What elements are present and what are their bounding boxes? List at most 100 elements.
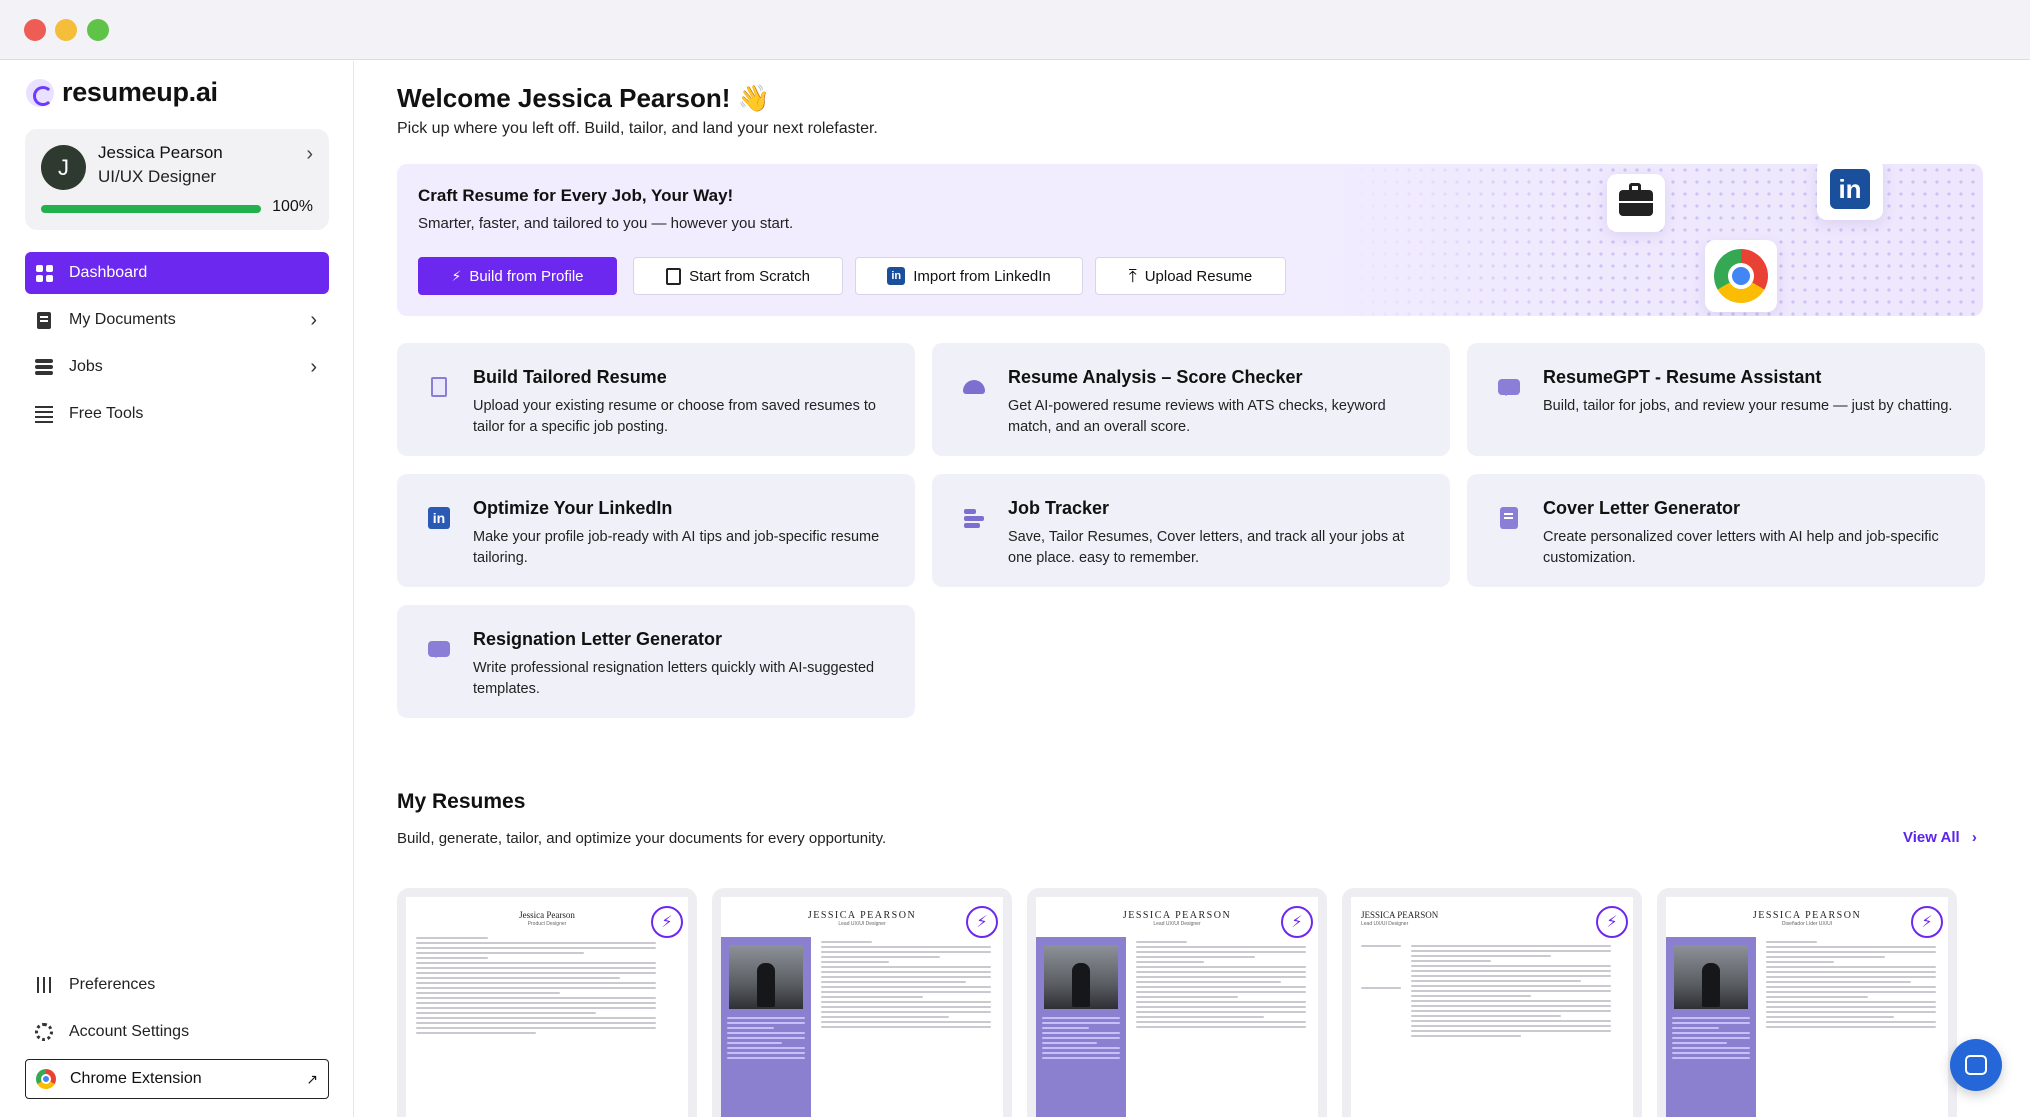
- ai-lightning-badge-icon[interactable]: ⚡: [1911, 906, 1943, 938]
- resume-text-lines: [1766, 941, 1936, 1031]
- resume-name: Jessica Pearson: [519, 910, 575, 920]
- chrome-icon: [36, 1069, 56, 1089]
- brand-logo[interactable]: resumeup.ai: [26, 77, 218, 108]
- resume-text-lines: [821, 941, 991, 1031]
- profile-progress-fill: [41, 205, 261, 213]
- chrome-card: [1705, 240, 1777, 312]
- tool-optimize-linkedin[interactable]: in Optimize Your LinkedIn Make your prof…: [397, 474, 915, 587]
- resume-card[interactable]: JESSICA PEARSON Lead UX/UI Designer ⚡: [1027, 888, 1327, 1117]
- resume-card[interactable]: JESSICA PEARSON Lead UX/UI Designer ⚡: [1342, 888, 1642, 1117]
- chevron-right-icon: ›: [306, 143, 313, 165]
- sidebar-item-label: Free Tools: [69, 405, 144, 422]
- ai-lightning-badge-icon[interactable]: ⚡: [1596, 906, 1628, 938]
- chrome-extension-button[interactable]: Chrome Extension ↗: [25, 1059, 329, 1099]
- resume-text-lines: [1136, 941, 1306, 1031]
- tool-resume-analysis[interactable]: Resume Analysis – Score Checker Get AI-p…: [932, 343, 1450, 456]
- tool-cover-letter-generator[interactable]: Cover Letter Generator Create personaliz…: [1467, 474, 1985, 587]
- start-from-scratch-button[interactable]: Start from Scratch: [633, 257, 843, 295]
- brand-name: resumeup.ai: [62, 77, 218, 107]
- sidebar-item-label: My Documents: [69, 311, 176, 328]
- linkedin-icon: in: [1830, 169, 1870, 209]
- tool-description: Make your profile job-ready with AI tips…: [473, 529, 880, 566]
- tool-title: Resignation Letter Generator: [473, 629, 723, 649]
- chrome-extension-label: Chrome Extension: [70, 1070, 202, 1087]
- resume-preview: JESSICA PEARSON Lead UX/UI Designer: [1351, 897, 1633, 1117]
- tool-resumegpt[interactable]: ResumeGPT - Resume Assistant Build, tail…: [1467, 343, 1985, 456]
- linkedin-icon: in: [427, 506, 451, 530]
- chat-icon: [427, 637, 451, 661]
- tool-job-tracker[interactable]: Job Tracker Save, Tailor Resumes, Cover …: [932, 474, 1450, 587]
- resume-sidebar: [721, 937, 811, 1117]
- letter-icon: [1497, 506, 1521, 530]
- hero-subtitle: Smarter, faster, and tailored to you — h…: [418, 215, 794, 232]
- view-all-link[interactable]: View All ›: [1903, 829, 1977, 846]
- tool-description: Build, tailor for jobs, and review your …: [1543, 398, 1953, 414]
- ai-lightning-badge-icon[interactable]: ⚡: [966, 906, 998, 938]
- tool-title: Resume Analysis – Score Checker: [1008, 367, 1303, 387]
- lightning-icon: ⚡: [451, 267, 462, 284]
- chevron-right-icon: ›: [1971, 829, 1977, 846]
- account-settings-link[interactable]: Account Settings: [25, 1012, 329, 1052]
- upload-resume-button[interactable]: ⤒ Upload Resume: [1095, 257, 1286, 295]
- resume-name: JESSICA PEARSON: [807, 910, 917, 921]
- resume-sidebar-lines: [727, 1017, 805, 1062]
- my-resumes-subtitle: Build, generate, tailor, and optimize yo…: [397, 830, 887, 847]
- sliders-icon: [35, 977, 53, 993]
- hero-title: Craft Resume for Every Job, Your Way!: [418, 186, 734, 205]
- resume-photo: [1044, 945, 1118, 1009]
- linkedin-card: in: [1817, 164, 1883, 220]
- preferences-link[interactable]: Preferences: [25, 965, 329, 1005]
- main-content: Welcome Jessica Pearson! 👋 Pick up where…: [355, 61, 2030, 1117]
- briefcase-icon: [1619, 183, 1653, 216]
- window-titlebar: [0, 0, 2030, 60]
- sidebar-item-free-tools[interactable]: Free Tools: [25, 393, 329, 435]
- tool-title: Optimize Your LinkedIn: [473, 498, 673, 518]
- tool-description: Upload your existing resume or choose fr…: [473, 398, 876, 435]
- build-from-profile-button[interactable]: ⚡ Build from Profile: [418, 257, 617, 295]
- account-settings-label: Account Settings: [69, 1023, 190, 1040]
- jobs-icon: [35, 358, 53, 376]
- page-subtitle: Pick up where you left off. Build, tailo…: [397, 120, 878, 137]
- resume-preview: JESSICA PEARSON Lead UX/UI Designer: [1036, 897, 1318, 1117]
- profile-role: UI/UX Designer: [98, 167, 217, 186]
- button-label: Upload Resume: [1144, 267, 1253, 285]
- maximize-window-button[interactable]: [87, 19, 109, 41]
- tool-title: Build Tailored Resume: [473, 367, 667, 387]
- resume-sidebar-lines: [1672, 1017, 1750, 1062]
- tool-title: Job Tracker: [1008, 498, 1110, 518]
- close-window-button[interactable]: [24, 19, 46, 41]
- resume-text-lines: [416, 937, 656, 1037]
- sidebar: resumeup.ai J Jessica Pearson UI/UX Desi…: [0, 61, 354, 1117]
- tool-description: Create personalized cover letters with A…: [1543, 529, 1939, 566]
- minimize-window-button[interactable]: [55, 19, 77, 41]
- document-icon: [427, 375, 451, 399]
- list-icon: [35, 405, 53, 423]
- profile-card[interactable]: J Jessica Pearson UI/UX Designer › 100%: [25, 129, 329, 230]
- resume-name: JESSICA PEARSON: [1122, 910, 1232, 921]
- ai-lightning-badge-icon[interactable]: ⚡: [651, 906, 683, 938]
- import-from-linkedin-button[interactable]: in Import from LinkedIn: [855, 257, 1083, 295]
- gear-icon: [35, 1023, 53, 1041]
- briefcase-card: [1607, 174, 1665, 232]
- resume-card[interactable]: JESSICA PEARSON Lead UX/UI Designer ⚡: [712, 888, 1012, 1117]
- sidebar-item-my-documents[interactable]: My Documents ›: [25, 299, 329, 341]
- profile-progress-bar: [41, 205, 261, 213]
- tool-resignation-letter-generator[interactable]: Resignation Letter Generator Write profe…: [397, 605, 915, 718]
- chevron-right-icon: ›: [310, 355, 317, 378]
- tool-build-tailored-resume[interactable]: Build Tailored Resume Upload your existi…: [397, 343, 915, 456]
- sidebar-item-jobs[interactable]: Jobs ›: [25, 346, 329, 388]
- sidebar-item-dashboard[interactable]: Dashboard: [25, 252, 329, 294]
- sidebar-item-label: Jobs: [69, 358, 103, 375]
- resume-name: JESSICA PEARSON: [1752, 910, 1862, 921]
- tool-title: Cover Letter Generator: [1543, 498, 1741, 518]
- resume-sidebar: [1036, 937, 1126, 1117]
- resume-preview: Jessica Pearson Product Designer: [406, 897, 688, 1117]
- resume-card[interactable]: Jessica Pearson Product Designer ⚡: [397, 888, 697, 1117]
- resume-card[interactable]: JESSICA PEARSON Diseñador Líder UX/UI ⚡: [1657, 888, 1957, 1117]
- page-title: Welcome Jessica Pearson! 👋: [397, 83, 770, 113]
- resume-role: Lead UX/UI Designer: [1153, 921, 1201, 927]
- ai-lightning-badge-icon[interactable]: ⚡: [1281, 906, 1313, 938]
- view-all-label: View All: [1903, 829, 1960, 846]
- app-window: resumeup.ai J Jessica Pearson UI/UX Desi…: [0, 0, 2030, 1117]
- support-chat-button[interactable]: [1950, 1039, 2002, 1091]
